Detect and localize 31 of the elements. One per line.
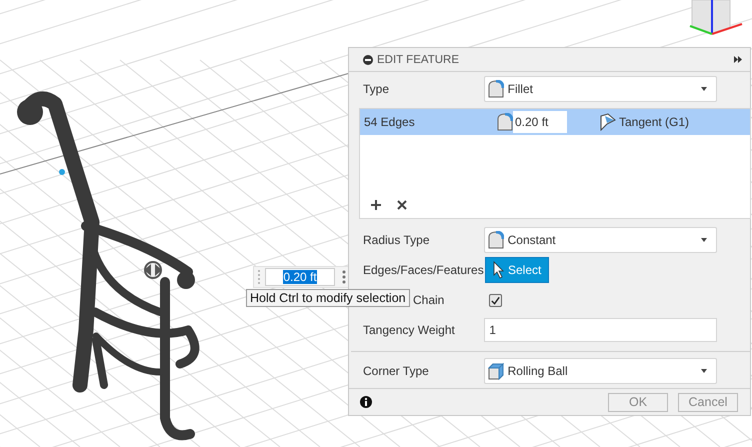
dropdown[interactable]: Rolling Ball [484,358,717,384]
continuity-type[interactable]: Tangent (G1) [619,115,690,130]
field-label: Corner Type [362,364,430,378]
field-label: Tangency Weight [362,323,456,338]
fillet-radius-icon [497,113,513,132]
grip-icon[interactable] [257,268,261,286]
fillet-icon [488,80,504,98]
info-icon[interactable] [360,396,372,408]
checkbox[interactable] [489,294,502,307]
delete-icon[interactable] [397,200,407,210]
edge-set-row[interactable]: 54 Edges 0.20 ft Tangent (G1) [360,109,750,136]
text-input[interactable]: 1 [484,318,717,342]
field-label: Type [362,82,390,96]
constant-radius-icon [488,231,504,250]
dropdown[interactable]: Fillet [484,76,717,102]
edge-count: 54 Edges [364,115,416,130]
tooltip: Hold Ctrl to modify selection [246,289,410,307]
expand-icon[interactable] [734,56,742,64]
collapse-icon[interactable] [363,54,373,65]
dimension-input[interactable]: 0.20 ft [265,268,335,286]
panel-title: EDIT FEATURE [377,54,460,66]
cursor-icon [493,261,504,280]
field-label: Chain [413,293,446,308]
more-options-icon[interactable] [342,270,346,284]
dropdown[interactable]: Constant [484,227,717,254]
field-label: Radius Type [362,233,430,248]
rolling-ball-icon [488,362,504,380]
radius-input[interactable]: 0.20 ft [513,111,567,134]
add-icon[interactable] [371,200,381,210]
field-label: Edges/Faces/Features [362,263,485,278]
continuity-icon[interactable] [599,113,616,132]
